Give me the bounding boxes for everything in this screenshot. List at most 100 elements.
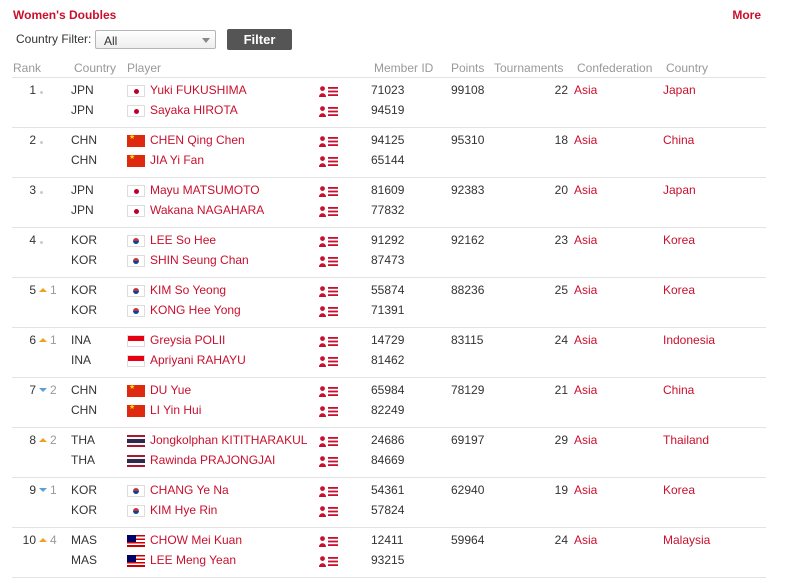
player-profile-icon[interactable] xyxy=(319,86,338,97)
player-profile-icon[interactable] xyxy=(319,336,338,347)
tournaments: 19 xyxy=(554,483,568,497)
confederation-link[interactable]: Asia xyxy=(574,83,597,97)
player-profile-icon[interactable] xyxy=(319,256,338,267)
player-profile-icon[interactable] xyxy=(319,436,338,447)
country-flag-icon xyxy=(127,335,145,347)
country-link[interactable]: Korea xyxy=(663,483,695,497)
confederation-link[interactable]: Asia xyxy=(574,333,597,347)
player-profile-icon[interactable] xyxy=(319,556,338,567)
player-profile-icon[interactable] xyxy=(319,236,338,247)
player-profile-icon[interactable] xyxy=(319,406,338,417)
player-name-link[interactable]: Greysia POLII xyxy=(150,333,225,347)
player-profile-icon[interactable] xyxy=(319,506,338,517)
player-name-link[interactable]: Yuki FUKUSHIMA xyxy=(150,83,247,97)
points: 69197 xyxy=(451,433,485,447)
tournaments: 22 xyxy=(554,83,568,97)
rank-change: 1 xyxy=(50,333,57,347)
country-filter-select[interactable]: All xyxy=(95,30,216,49)
confederation-link[interactable]: Asia xyxy=(574,183,597,197)
confederation-link[interactable]: Asia xyxy=(574,433,597,447)
points: 88236 xyxy=(451,283,485,297)
country-flag-icon xyxy=(127,505,145,517)
confederation-link[interactable]: Asia xyxy=(574,383,597,397)
player-profile-icon[interactable] xyxy=(319,356,338,367)
confederation-link[interactable]: Asia xyxy=(574,533,597,547)
country-link[interactable]: Indonesia xyxy=(663,333,715,347)
player-name-link[interactable]: SHIN Seung Chan xyxy=(150,253,249,267)
table-row: 1 JPN Yuki FUKUSHIMA 71023 JPN Sayaka HIROTA 9… xyxy=(12,78,766,128)
player-name-link[interactable]: CHEN Qing Chen xyxy=(150,133,245,147)
player-country-code: MAS xyxy=(71,553,98,567)
player-name-link[interactable]: KONG Hee Yong xyxy=(150,303,241,317)
country-link[interactable]: Japan xyxy=(663,183,696,197)
player-name-link[interactable]: Sayaka HIROTA xyxy=(150,103,238,117)
player-name-link[interactable]: LEE Meng Yean xyxy=(150,553,236,567)
confederation-link[interactable]: Asia xyxy=(574,133,597,147)
rank: 2 xyxy=(29,133,36,147)
player-name-link[interactable]: JIA Yi Fan xyxy=(150,153,204,167)
country-link[interactable]: Japan xyxy=(663,83,696,97)
player-profile-icon[interactable] xyxy=(319,286,338,297)
country-flag-icon xyxy=(127,305,145,317)
confederation-link[interactable]: Asia xyxy=(574,233,597,247)
country-link[interactable]: Korea xyxy=(663,233,695,247)
player-name-link[interactable]: LEE So Hee xyxy=(150,233,216,247)
rank-up-arrow-icon xyxy=(39,338,47,342)
country-flag-icon xyxy=(127,355,145,367)
player-profile-icon[interactable] xyxy=(319,306,338,317)
player-profile-icon[interactable] xyxy=(319,156,338,167)
player-profile-icon[interactable] xyxy=(319,456,338,467)
country-link[interactable]: Malaysia xyxy=(663,533,710,547)
member-id: 71391 xyxy=(371,303,405,317)
filter-button[interactable]: Filter xyxy=(227,29,292,50)
player-name-link[interactable]: CHANG Ye Na xyxy=(150,483,229,497)
country-link[interactable]: China xyxy=(663,383,694,397)
country-filter-label: Country Filter: xyxy=(16,32,92,46)
country-flag-icon xyxy=(127,133,145,147)
player-country-code: JPN xyxy=(71,183,94,197)
player-profile-icon[interactable] xyxy=(319,486,338,497)
col-confederation: Confederation xyxy=(577,61,653,75)
player-name-link[interactable]: Mayu MATSUMOTO xyxy=(150,183,260,197)
tournaments: 29 xyxy=(554,433,568,447)
member-id: 93215 xyxy=(371,553,405,567)
country-flag-icon xyxy=(127,255,145,267)
player-profile-icon[interactable] xyxy=(319,106,338,117)
points: 95310 xyxy=(451,133,485,147)
player-profile-icon[interactable] xyxy=(319,136,338,147)
player-name-link[interactable]: Rawinda PRAJONGJAI xyxy=(150,453,275,467)
country-link[interactable]: Thailand xyxy=(663,433,709,447)
player-name-link[interactable]: LI Yin Hui xyxy=(150,403,201,417)
confederation-link[interactable]: Asia xyxy=(574,283,597,297)
country-link[interactable]: China xyxy=(663,133,694,147)
player-name-link[interactable]: DU Yue xyxy=(150,383,191,397)
player-profile-icon[interactable] xyxy=(319,386,338,397)
rank-up-arrow-icon xyxy=(39,538,47,542)
col-rank: Rank xyxy=(13,61,42,75)
player-name-link[interactable]: KIM So Yeong xyxy=(150,283,226,297)
player-country-code: CHN xyxy=(71,153,97,167)
points: 78129 xyxy=(451,383,485,397)
confederation-link[interactable]: Asia xyxy=(574,483,597,497)
player-name-link[interactable]: CHOW Mei Kuan xyxy=(150,533,242,547)
country-link[interactable]: Korea xyxy=(663,283,695,297)
player-profile-icon[interactable] xyxy=(319,536,338,547)
player-name-link[interactable]: Wakana NAGAHARA xyxy=(150,203,264,217)
rank-change: 4 xyxy=(50,533,57,547)
player-name-link[interactable]: Jongkolphan KITITHARAKUL xyxy=(150,433,307,447)
player-name-link[interactable]: Apriyani RAHAYU xyxy=(150,353,246,367)
player-country-code: CHN xyxy=(71,383,97,397)
no-change-dot-icon xyxy=(40,91,43,94)
player-country-code: JPN xyxy=(71,203,94,217)
tournaments: 20 xyxy=(554,183,568,197)
member-id: 82249 xyxy=(371,403,405,417)
player-name-link[interactable]: KIM Hye Rin xyxy=(150,503,217,517)
more-link[interactable]: More xyxy=(732,8,761,22)
col-points: Points xyxy=(451,61,485,75)
col-member-id: Member ID xyxy=(374,61,434,75)
player-country-code: KOR xyxy=(71,233,98,247)
col-tournaments: Tournaments xyxy=(494,61,564,75)
player-profile-icon[interactable] xyxy=(319,206,338,217)
country-flag-icon xyxy=(127,235,145,247)
player-profile-icon[interactable] xyxy=(319,186,338,197)
